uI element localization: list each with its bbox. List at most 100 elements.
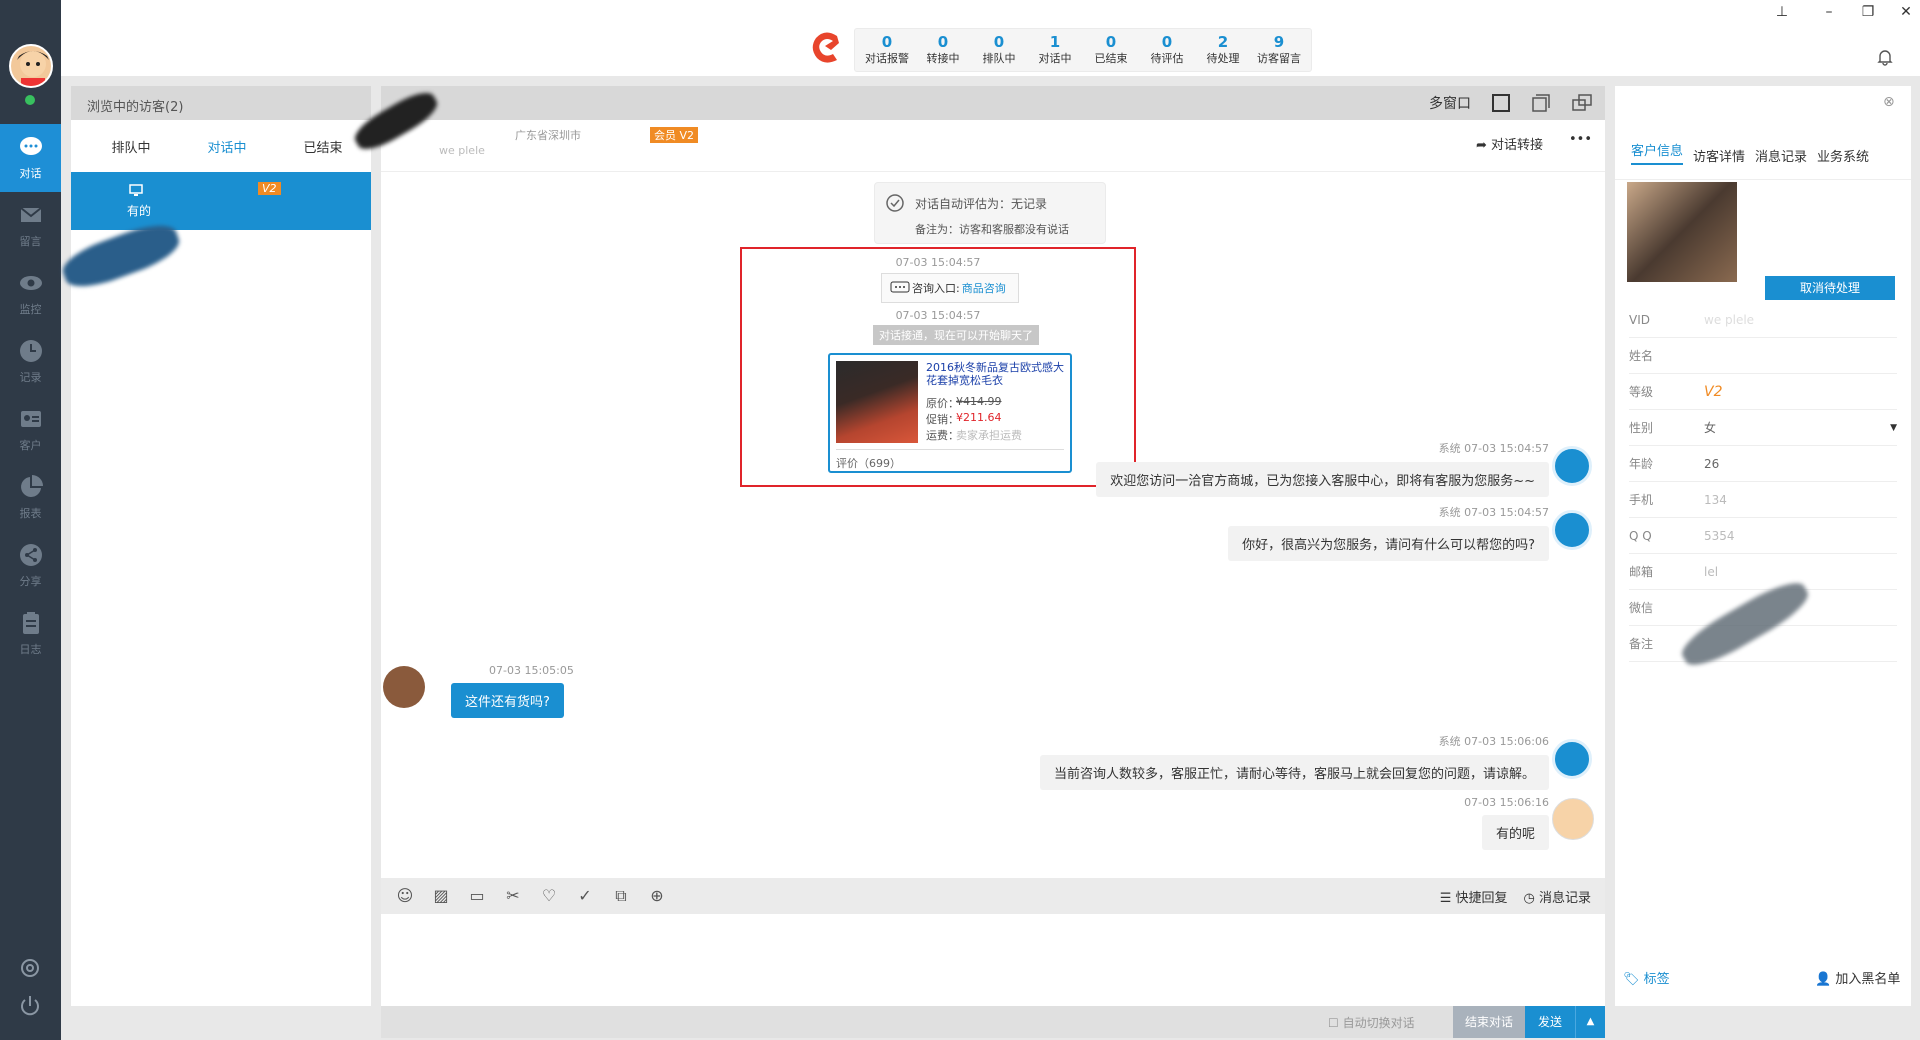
- scissors-icon[interactable]: ✂: [503, 886, 523, 906]
- nav-label: 日志: [19, 643, 42, 656]
- field-value[interactable]: lel: [1704, 565, 1718, 579]
- restore-icon[interactable]: ❐: [1857, 4, 1879, 24]
- emoji-icon[interactable]: ☺: [395, 886, 415, 906]
- folder-icon[interactable]: ▭: [467, 886, 487, 906]
- stat-value: 0: [993, 33, 1005, 51]
- stat-value: 0: [937, 33, 949, 51]
- power-icon[interactable]: [18, 994, 42, 1018]
- chat-toolbar: 多窗口: [381, 86, 1605, 120]
- chat-header: 广东省深圳市 会员 V2 we plele ➦ 对话转接 •••: [349, 85, 1605, 172]
- settings-icon[interactable]: [18, 956, 42, 980]
- blacklist-label: 加入黑名单: [1835, 972, 1901, 987]
- cancel-pending-button[interactable]: 取消待处理: [1765, 276, 1895, 300]
- nav-item-reports[interactable]: 报表: [0, 464, 61, 532]
- minimize-icon[interactable]: –: [1818, 4, 1840, 24]
- field-value: V2: [1704, 383, 1723, 400]
- visitor-id: we plele: [439, 144, 485, 157]
- message-meta: 系统 07-03 15:06:06: [1438, 735, 1549, 748]
- auto-switch-label: 自动切换对话: [1342, 1016, 1415, 1030]
- close-icon[interactable]: ✕: [1895, 4, 1917, 24]
- tab-queue[interactable]: 排队中: [83, 137, 179, 156]
- transfer-button[interactable]: ➦ 对话转接: [1476, 134, 1543, 153]
- tag-button[interactable]: 🏷 标签: [1623, 968, 1670, 987]
- link-icon[interactable]: ⧉: [611, 886, 631, 906]
- field-key: 等级: [1629, 385, 1654, 399]
- field-value[interactable]: 5354: [1704, 529, 1735, 543]
- visitor-avatar: [383, 666, 425, 708]
- evaluate-icon[interactable]: ✓: [575, 886, 595, 906]
- tab-business-system[interactable]: 业务系统: [1817, 146, 1869, 165]
- pie-chart-icon: [20, 475, 43, 497]
- nav-item-records[interactable]: 记录: [0, 328, 61, 396]
- stat-pending-eval[interactable]: 0 待评估: [1139, 29, 1195, 71]
- stat-queue[interactable]: 0 排队中: [971, 29, 1027, 71]
- stat-ended[interactable]: 0 已结束: [1083, 29, 1139, 71]
- heart-icon[interactable]: ♡: [539, 886, 559, 906]
- message-agent: 07-03 15:06:16 有的呢: [1464, 796, 1549, 850]
- send-bar: ☐ 自动切换对话 结束对话 发送 ▲: [381, 1006, 1605, 1038]
- product-title[interactable]: 2016秋冬新品复古欧式感大花套掉宽松毛衣: [926, 361, 1066, 387]
- nav-item-share[interactable]: 分享: [0, 532, 61, 600]
- globe-icon[interactable]: ⊕: [647, 886, 667, 906]
- nav-item-log[interactable]: 日志: [0, 600, 61, 668]
- split-window-icon[interactable]: [1531, 93, 1551, 113]
- field-gender: 性别 女 ▼: [1629, 410, 1897, 446]
- message-meta: 07-03 15:06:16: [1464, 796, 1549, 809]
- nav-item-customers[interactable]: 客户: [0, 396, 61, 464]
- quick-reply-button[interactable]: ☰ 快捷回复: [1440, 887, 1508, 906]
- product-card[interactable]: 2016秋冬新品复古欧式感大花套掉宽松毛衣 原价： ¥414.99 促销： ¥2…: [828, 353, 1072, 473]
- auto-switch-checkbox[interactable]: ☐ 自动切换对话: [1328, 1014, 1415, 1031]
- tile-window-icon[interactable]: [1571, 93, 1593, 113]
- image-icon[interactable]: ▨: [431, 886, 451, 906]
- stat-in-chat[interactable]: 1 对话中: [1027, 29, 1083, 71]
- tab-customer-info[interactable]: 客户信息: [1631, 140, 1684, 165]
- bell-icon[interactable]: [1876, 48, 1894, 66]
- more-button[interactable]: •••: [1569, 132, 1592, 147]
- field-qq: Q Q 5354: [1629, 518, 1897, 554]
- history-button[interactable]: ◷ 消息记录: [1524, 887, 1592, 906]
- send-options-icon[interactable]: ▲: [1575, 1006, 1605, 1038]
- eval-note: 对话自动评估为：无记录 备注为：访客和客服都没有说话: [874, 182, 1106, 244]
- field-key: VID: [1629, 312, 1650, 327]
- message-system: 系统 07-03 15:04:57 你好，很高兴为您服务，请问有什么可以帮您的吗…: [1228, 504, 1549, 561]
- visitor-list-item[interactable]: 有的 V2: [71, 172, 371, 230]
- stat-visitor-messages[interactable]: 9 访客留言: [1251, 29, 1307, 71]
- nav-label: 报表: [19, 507, 42, 520]
- close-panel-icon[interactable]: ⊗: [1883, 94, 1895, 110]
- tab-message-records[interactable]: 消息记录: [1755, 146, 1807, 165]
- stat-label: 访客留言: [1257, 52, 1301, 65]
- mail-icon: [19, 207, 42, 222]
- stat-transferring[interactable]: 0 转接中: [915, 29, 971, 71]
- multi-window-label: 多窗口: [1429, 96, 1471, 112]
- tab-visitor-details[interactable]: 访客详情: [1693, 146, 1745, 165]
- sale-price-label: 促销：: [926, 413, 959, 426]
- dropdown-arrow-icon[interactable]: ▼: [1890, 423, 1897, 433]
- nav-label: 留言: [19, 235, 42, 248]
- stat-pending[interactable]: 2 待处理: [1195, 29, 1251, 71]
- stat-alarm[interactable]: 0 对话报警: [859, 29, 915, 71]
- field-value[interactable]: 26: [1704, 457, 1719, 471]
- end-chat-button[interactable]: 结束对话: [1453, 1006, 1525, 1038]
- field-phone: 手机 134: [1629, 482, 1897, 518]
- field-key: 性别: [1629, 421, 1654, 435]
- single-window-icon[interactable]: [1491, 93, 1511, 113]
- field-value[interactable]: we plele: [1704, 313, 1754, 327]
- nav-item-chat[interactable]: 对话: [0, 124, 61, 192]
- send-button[interactable]: 发送: [1525, 1006, 1575, 1038]
- field-value[interactable]: 134: [1704, 493, 1727, 507]
- clock-icon: [19, 340, 42, 362]
- nav-item-messages[interactable]: 留言: [0, 192, 61, 260]
- stat-label: 对话报警: [865, 52, 909, 65]
- stat-label: 待评估: [1150, 52, 1184, 65]
- pin-icon[interactable]: ⊥: [1771, 4, 1793, 24]
- message-input[interactable]: [381, 914, 1605, 1006]
- message-bubble: 你好，很高兴为您服务，请问有什么可以帮您的吗?: [1228, 526, 1549, 561]
- field-name: 姓名: [1629, 338, 1897, 374]
- nav-item-monitor[interactable]: 监控: [0, 260, 61, 328]
- blacklist-button[interactable]: 👤 加入黑名单: [1815, 968, 1900, 987]
- visitor-panel: 浏览中的访客(2) 排队中 对话中 已结束 有的 V2: [57, 86, 371, 1006]
- tab-in-chat[interactable]: 对话中: [179, 137, 275, 156]
- field-value[interactable]: 女: [1704, 419, 1716, 436]
- agent-avatar[interactable]: [9, 44, 53, 88]
- entry-value[interactable]: 商品咨询: [962, 280, 1006, 296]
